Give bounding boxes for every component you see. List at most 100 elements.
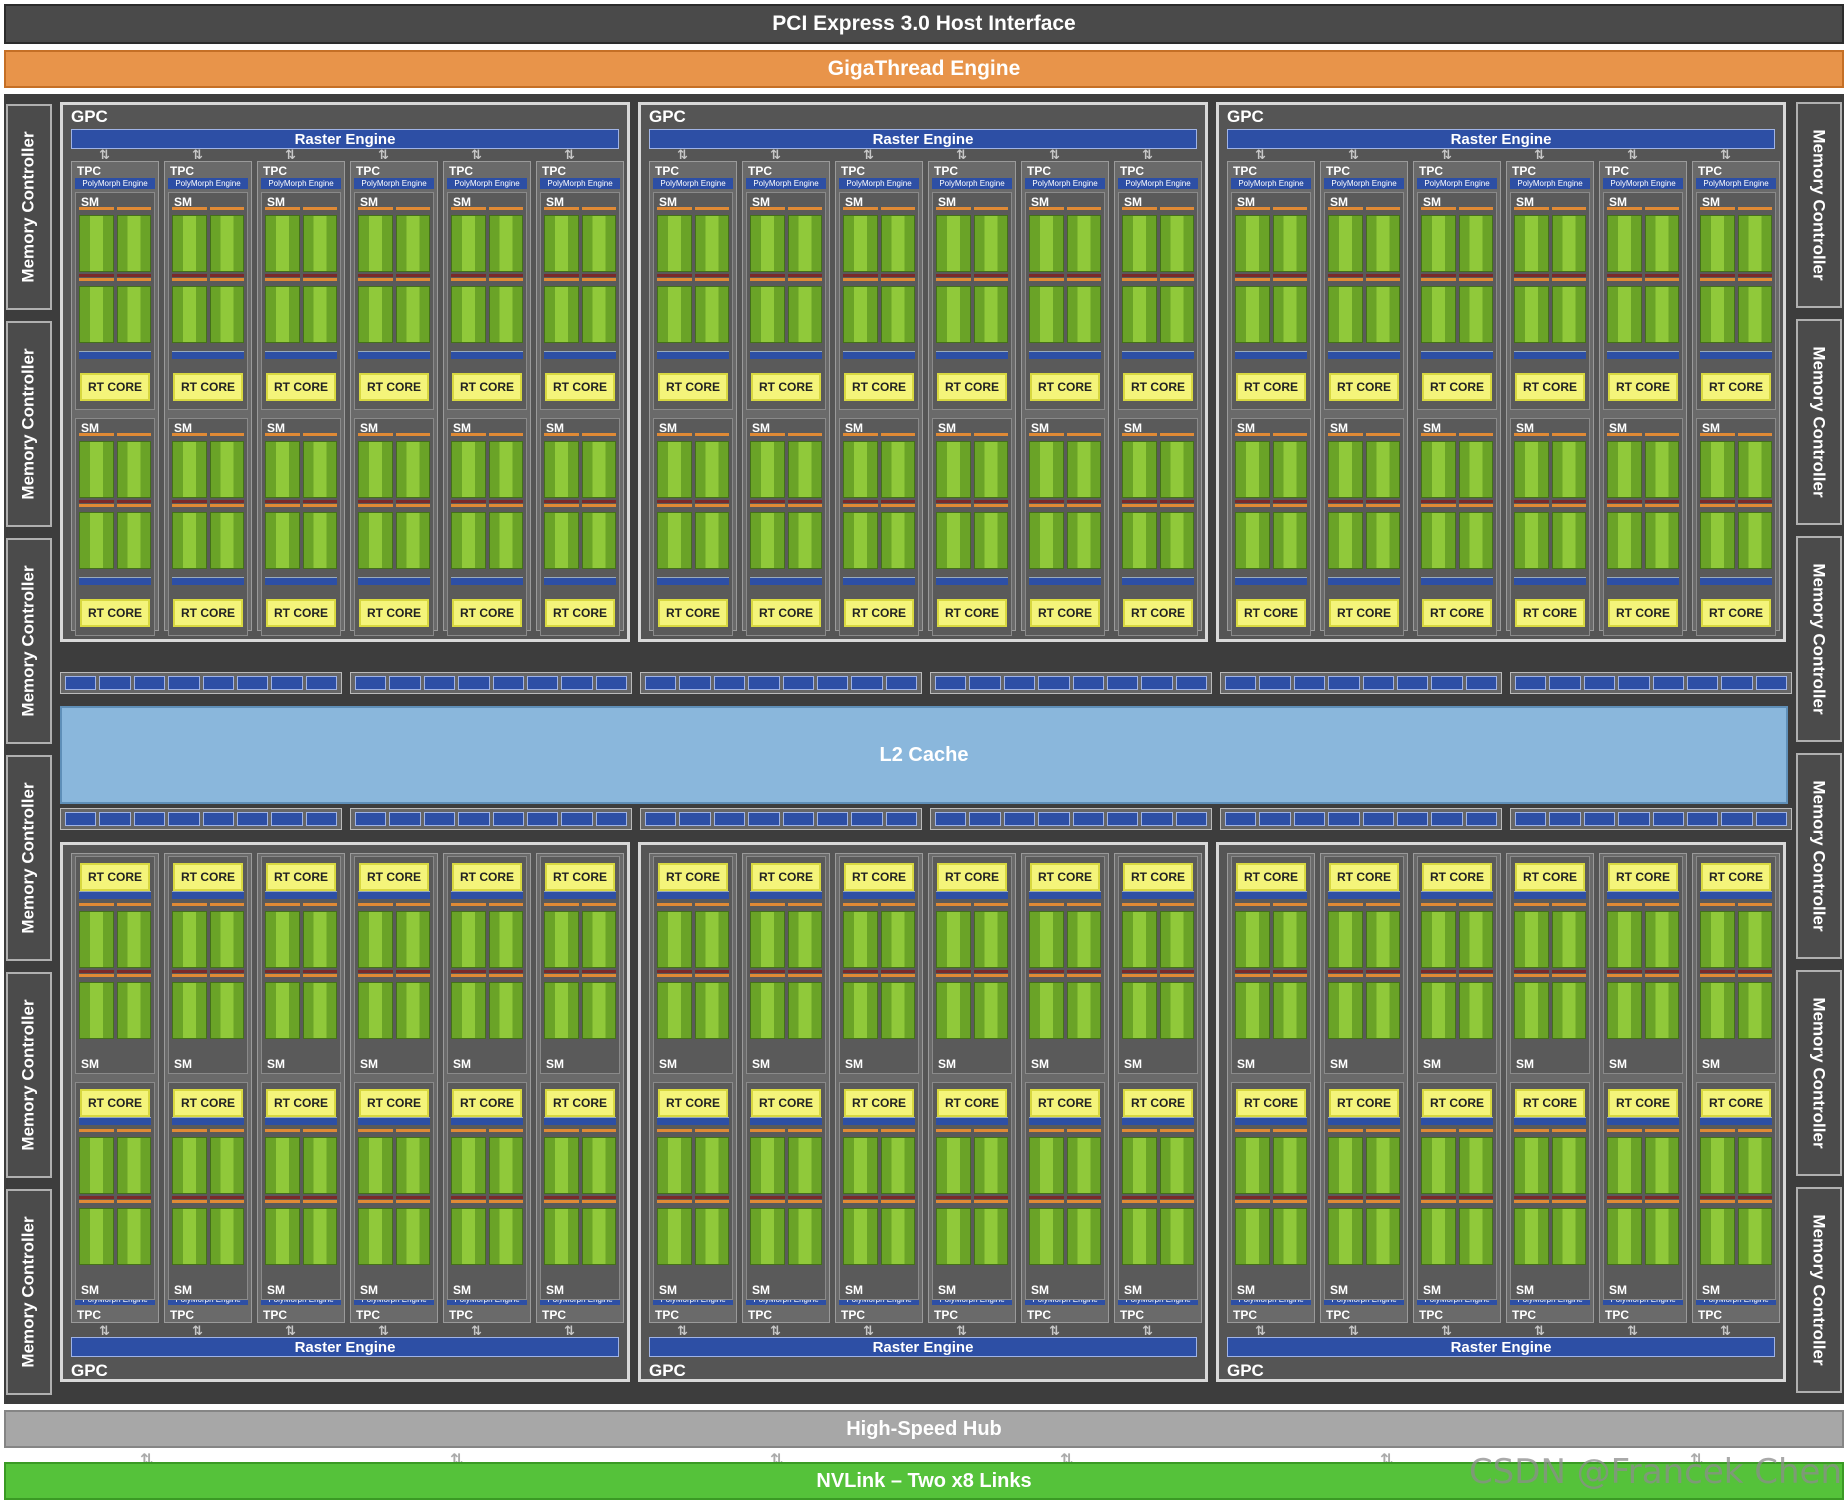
cuda-cores (880, 982, 915, 1039)
sm-block: SM RT CORE (168, 856, 248, 1074)
processing-block (358, 207, 393, 349)
processing-block (451, 903, 486, 1045)
orange-strip (172, 278, 207, 281)
processing-block (843, 433, 878, 575)
orange-strip (1328, 903, 1363, 906)
cuda-cores (1737, 512, 1772, 569)
orange-strip (1159, 1200, 1194, 1203)
orange-strip (1458, 903, 1493, 906)
register-strip (694, 500, 729, 503)
tpc-block: TPCPolyMorph EngineSMRT CORESMRT CORE (1692, 161, 1780, 636)
sm-block: SM RT CORE (1603, 856, 1683, 1074)
cuda-cores (1066, 286, 1101, 343)
orange-strip (265, 504, 300, 507)
processing-block (395, 1129, 430, 1271)
orange-strip (172, 974, 207, 977)
cuda-cores (395, 982, 430, 1039)
orange-strip (843, 1129, 878, 1132)
up-down-arrow-icon: ⇅ (677, 147, 688, 162)
memory-channel (816, 676, 849, 690)
register-strip (1551, 274, 1586, 277)
orange-strip (116, 903, 151, 906)
cuda-core-array (451, 903, 523, 1045)
memory-channel (645, 676, 677, 690)
processing-block (1029, 903, 1064, 1045)
sm-label: SM (267, 1283, 285, 1297)
processing-block (1514, 207, 1549, 349)
l1-cache-strip (1122, 891, 1194, 899)
cuda-cores (1421, 911, 1456, 968)
orange-strip (694, 207, 729, 210)
l1-cache-strip (750, 351, 822, 359)
orange-strip (1514, 903, 1549, 906)
cuda-core-array (172, 903, 244, 1045)
cuda-cores (544, 441, 579, 498)
cuda-core-array (79, 207, 151, 349)
up-down-arrow-icon: ⇅ (1255, 147, 1266, 162)
sm-label: SM (938, 1057, 956, 1071)
tpc-block: TPCPolyMorph EngineSMRT CORESMRT CORE (71, 161, 159, 636)
memory-channel (1328, 812, 1360, 826)
processing-block (172, 433, 207, 575)
orange-strip (1607, 974, 1642, 977)
l1-cache-strip (936, 351, 1008, 359)
cuda-cores (1159, 1208, 1194, 1265)
cuda-cores (1644, 286, 1679, 343)
cuda-cores (1644, 982, 1679, 1039)
cuda-cores (936, 1137, 971, 1194)
sm-label: SM (752, 1057, 770, 1071)
orange-strip (657, 504, 692, 507)
cuda-cores (1029, 1137, 1064, 1194)
l1-cache-strip (657, 351, 729, 359)
register-strip (973, 500, 1008, 503)
cuda-cores (787, 215, 822, 272)
rt-core: RT CORE (751, 1089, 821, 1117)
cuda-cores (544, 286, 579, 343)
orange-strip (172, 903, 207, 906)
memory-channel (1362, 676, 1394, 690)
register-strip (1365, 1196, 1400, 1199)
tpc-block: TPCPolyMorph EngineSMRT CORESMRT CORE (443, 161, 531, 636)
tpc-label: TPC (1698, 164, 1722, 178)
processing-block (1737, 207, 1772, 349)
orange-strip (395, 974, 430, 977)
tpc-arrows: ⇅ (770, 1324, 781, 1337)
cuda-cores (1066, 1137, 1101, 1194)
cuda-cores (581, 1208, 616, 1265)
cuda-core-array (172, 433, 244, 575)
processing-block (358, 433, 393, 575)
cuda-cores (1458, 286, 1493, 343)
cuda-cores (1328, 286, 1363, 343)
processing-block (694, 1129, 729, 1271)
orange-strip (1328, 207, 1363, 210)
memory-channel (1141, 676, 1173, 690)
register-strip (973, 274, 1008, 277)
orange-strip (880, 974, 915, 977)
processing-block (936, 207, 971, 349)
cuda-cores (395, 1137, 430, 1194)
processing-block (1421, 433, 1456, 575)
memory-channel (782, 676, 814, 690)
tpc-arrows: ⇅ (770, 148, 781, 161)
cuda-core-array (1700, 903, 1772, 1045)
rt-core: RT CORE (937, 863, 1007, 891)
tpc-block: TPCPolyMorph EngineSMRT CORESMRT CORE (1599, 161, 1687, 636)
processing-block (1235, 433, 1270, 575)
orange-strip (1644, 1129, 1679, 1132)
tpc-arrows: ⇅ (285, 1324, 296, 1337)
orange-strip (79, 207, 114, 210)
sm-block: SM RT CORE (746, 856, 826, 1074)
register-strip (936, 970, 971, 973)
cuda-cores (1066, 215, 1101, 272)
tpc-block: TPCPolyMorph EngineSMRT CORESMRT CORE (164, 161, 252, 636)
cuda-cores (694, 982, 729, 1039)
register-strip (302, 274, 337, 277)
processing-block (116, 433, 151, 575)
cuda-core-array (657, 207, 729, 349)
rt-core: RT CORE (266, 863, 336, 891)
cuda-cores (172, 1137, 207, 1194)
processing-block (936, 903, 971, 1045)
tpc-arrows: ⇅ (564, 148, 575, 161)
cuda-cores (1122, 286, 1157, 343)
memory-channel (271, 676, 303, 690)
